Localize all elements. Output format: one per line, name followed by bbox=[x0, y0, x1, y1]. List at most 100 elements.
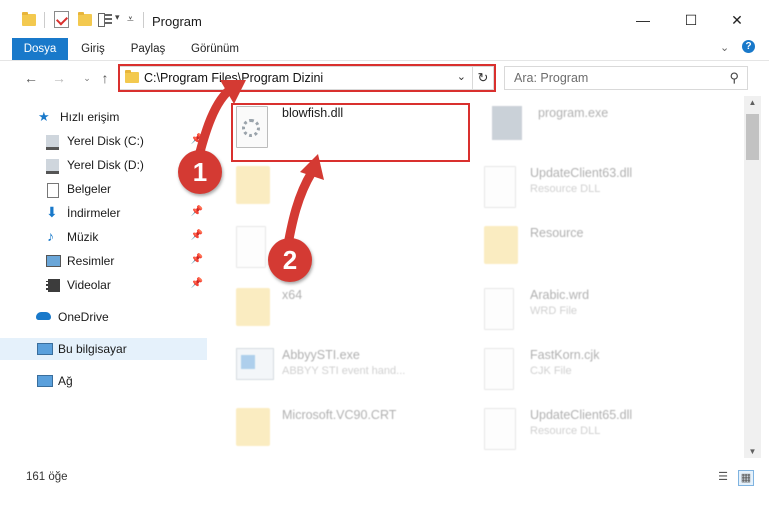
file-type: Resource DLL bbox=[530, 425, 601, 437]
folder-icon bbox=[236, 288, 270, 326]
file-type: WRD File bbox=[530, 305, 578, 317]
new-folder-icon[interactable] bbox=[78, 12, 92, 26]
cloud-icon bbox=[36, 312, 51, 320]
item-count: 161 öğe bbox=[26, 471, 68, 483]
file-item-abbyysti-exe[interactable]: AbbyySTI.exe ABBYY STI event hand... bbox=[236, 344, 476, 398]
back-arrow-icon[interactable]: ← bbox=[22, 68, 40, 88]
file-type: Resource DLL bbox=[530, 183, 601, 195]
expand-ribbon-icon[interactable]: ⌄ bbox=[720, 41, 729, 54]
computer-icon bbox=[37, 343, 53, 355]
customize-toolbar-icon[interactable] bbox=[98, 12, 112, 27]
title-bar: ▾ ⩡ Program — ☐ ✕ bbox=[0, 0, 769, 38]
step-badge-1: 1 bbox=[178, 150, 222, 194]
file-highlight-box bbox=[231, 103, 470, 162]
documents-icon bbox=[47, 183, 59, 198]
close-button[interactable]: ✕ bbox=[722, 8, 752, 32]
nav-item-documents[interactable]: Belgeler bbox=[0, 178, 207, 200]
tab-home[interactable]: Giriş bbox=[74, 38, 112, 60]
divider bbox=[44, 12, 45, 28]
minimize-button[interactable]: — bbox=[628, 8, 658, 32]
tab-view[interactable]: Görünüm bbox=[186, 38, 244, 60]
quick-access-menu-icon[interactable]: ⩡ bbox=[127, 12, 134, 27]
step-badge-2: 2 bbox=[268, 238, 312, 282]
file-item-resource-folder[interactable]: Resource bbox=[484, 222, 724, 276]
tab-share[interactable]: Paylaş bbox=[124, 38, 172, 60]
file-name: Arabic.wrd bbox=[530, 288, 590, 302]
status-bar: 161 öğe ☰ ▦ bbox=[0, 462, 769, 492]
nav-item-local-disk-c[interactable]: Yerel Disk (C:) 📌 bbox=[0, 130, 207, 152]
vertical-scrollbar[interactable]: ▲ ▼ bbox=[744, 96, 761, 458]
nav-item-quick-access[interactable]: ★ Hızlı erişim bbox=[0, 106, 207, 128]
search-icon[interactable]: ⚲ bbox=[729, 70, 739, 86]
forward-arrow-icon[interactable]: → bbox=[50, 68, 68, 88]
pin-icon[interactable]: 📌 bbox=[191, 254, 203, 265]
download-icon: ⬇ bbox=[46, 204, 58, 220]
list-item[interactable] bbox=[236, 162, 476, 216]
up-arrow-icon[interactable]: ↑ bbox=[96, 68, 114, 88]
ribbon-tabs: Dosya Giriş Paylaş Görünüm ⌄ ? bbox=[0, 38, 769, 61]
exe-file-icon bbox=[492, 106, 522, 140]
nav-item-pictures[interactable]: Resimler 📌 bbox=[0, 250, 207, 272]
folder-icon bbox=[484, 226, 518, 264]
file-item-fastkorn-cjk[interactable]: FastKorn.cjk CJK File bbox=[484, 344, 724, 398]
nav-item-network[interactable]: Ağ bbox=[0, 370, 207, 392]
file-name: UpdateClient65.dll bbox=[530, 408, 633, 422]
maximize-button[interactable]: ☐ bbox=[676, 8, 706, 32]
file-item-microsoft-vc90-crt[interactable]: Microsoft.VC90.CRT bbox=[236, 404, 476, 458]
navigation-pane: ★ Hızlı erişim Yerel Disk (C:) 📌 Yerel D… bbox=[0, 96, 207, 458]
pin-icon[interactable]: 📌 bbox=[191, 230, 203, 241]
divider bbox=[143, 12, 144, 28]
exe-file-icon bbox=[236, 348, 274, 380]
file-icon bbox=[484, 288, 514, 330]
drive-icon bbox=[46, 135, 59, 150]
file-item-arabic-wrd[interactable]: Arabic.wrd WRD File bbox=[484, 284, 724, 338]
pin-icon[interactable]: 📌 bbox=[191, 278, 203, 289]
file-name: program.exe bbox=[538, 106, 609, 120]
search-input[interactable]: Ara: Program ⚲ bbox=[504, 66, 748, 90]
file-icon bbox=[236, 226, 266, 268]
large-icons-view-icon[interactable]: ▦ bbox=[738, 470, 754, 486]
file-item-updateclient65-dll[interactable]: UpdateClient65.dll Resource DLL bbox=[484, 404, 724, 458]
folder-icon bbox=[236, 166, 270, 204]
nav-item-music[interactable]: ♪ Müzik 📌 bbox=[0, 226, 207, 248]
scrollbar-thumb[interactable] bbox=[746, 114, 759, 160]
file-type: CJK File bbox=[530, 365, 572, 377]
folder-icon bbox=[22, 12, 36, 26]
search-placeholder: Ara: Program bbox=[514, 71, 589, 85]
scroll-down-icon[interactable]: ▼ bbox=[744, 447, 761, 456]
nav-item-downloads[interactable]: ⬇ İndirmeler 📌 bbox=[0, 202, 207, 224]
dll-file-icon bbox=[484, 408, 516, 450]
network-icon bbox=[37, 375, 53, 387]
file-name: AbbyySTI.exe bbox=[282, 348, 360, 362]
dll-file-icon bbox=[484, 166, 516, 208]
nav-item-local-disk-d[interactable]: Yerel Disk (D:) bbox=[0, 154, 207, 176]
file-name: Microsoft.VC90.CRT bbox=[282, 408, 397, 422]
dropdown-chevron-icon[interactable]: ▾ bbox=[115, 12, 120, 23]
file-name: UpdateClient63.dll bbox=[530, 166, 633, 180]
help-icon[interactable]: ? bbox=[742, 40, 755, 53]
nav-item-this-pc[interactable]: Bu bilgisayar bbox=[0, 338, 207, 360]
pictures-icon bbox=[46, 255, 61, 267]
pin-icon[interactable]: 📌 bbox=[191, 206, 203, 217]
nav-item-videos[interactable]: Videolar 📌 bbox=[0, 274, 207, 296]
file-name: x64 bbox=[282, 288, 303, 302]
properties-icon[interactable] bbox=[54, 11, 69, 28]
file-item-program-exe[interactable]: program.exe bbox=[492, 102, 732, 156]
music-icon: ♪ bbox=[47, 228, 54, 244]
pin-icon[interactable]: 📌 bbox=[191, 134, 203, 145]
recent-locations-icon[interactable]: ⌄ bbox=[78, 68, 96, 88]
file-name: Resource bbox=[530, 226, 584, 240]
tab-file[interactable]: Dosya bbox=[12, 38, 68, 60]
address-highlight-box bbox=[118, 64, 496, 92]
scroll-up-icon[interactable]: ▲ bbox=[744, 98, 761, 107]
file-name: FastKorn.cjk bbox=[530, 348, 600, 362]
folder-icon bbox=[236, 408, 270, 446]
file-icon bbox=[484, 348, 514, 390]
window-title: Program bbox=[152, 14, 202, 29]
videos-icon bbox=[46, 279, 60, 292]
file-item-updateclient63-dll[interactable]: UpdateClient63.dll Resource DLL bbox=[484, 162, 724, 216]
file-item-x64-folder[interactable]: x64 bbox=[236, 284, 476, 338]
details-view-icon[interactable]: ☰ bbox=[716, 470, 730, 484]
drive-icon bbox=[46, 159, 59, 174]
nav-item-onedrive[interactable]: OneDrive bbox=[0, 306, 207, 328]
